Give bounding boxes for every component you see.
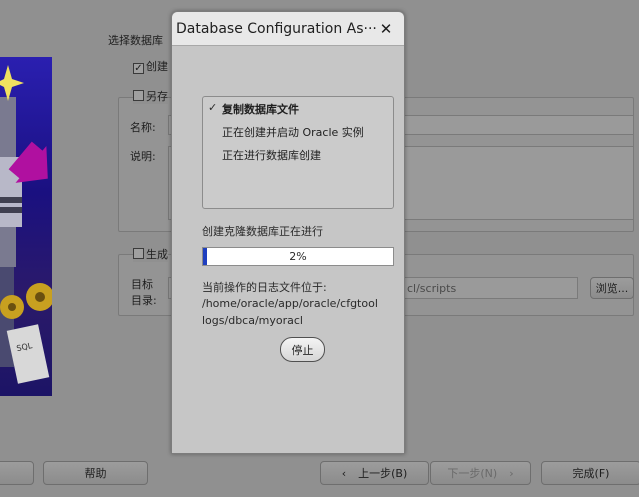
saveas-checkbox[interactable]: 另存 <box>133 88 168 104</box>
check-icon: ✓ <box>208 101 218 114</box>
chevron-left-icon: ‹ <box>341 466 347 480</box>
step-create-db: 正在进行数据库创建 <box>222 149 321 162</box>
cancel-button[interactable] <box>0 461 34 485</box>
checkbox-icon <box>133 248 144 259</box>
checkbox-checked-icon: ✓ <box>133 63 144 74</box>
next-button[interactable]: 下一步(N) › <box>430 461 531 485</box>
finish-button[interactable]: 完成(F) <box>541 461 639 485</box>
create-checkbox[interactable]: ✓ 创建 <box>133 58 168 74</box>
chevron-right-icon: › <box>509 466 514 480</box>
status-text: 创建克隆数据库正在进行 <box>202 225 323 238</box>
progress-dialog: Database Configuration As··· ✕ ✓ 复制数据库文件… <box>171 11 405 454</box>
name-label: 名称: <box>130 121 156 134</box>
log-path-line-2: logs/dbca/myoracl <box>202 314 303 327</box>
stop-button[interactable]: 停止 <box>280 337 325 362</box>
back-button[interactable]: ‹ 上一步(B) <box>320 461 429 485</box>
desc-label: 说明: <box>130 150 156 163</box>
generate-checkbox[interactable]: 生成 <box>133 246 168 262</box>
dir-label: 目录: <box>131 294 157 307</box>
select-db-label: 选择数据库 <box>108 34 163 47</box>
close-icon[interactable]: ✕ <box>377 20 395 38</box>
log-path-line-1: /home/oracle/app/oracle/cfgtool <box>202 297 378 310</box>
log-label: 当前操作的日志文件位于: <box>202 281 327 294</box>
progress-text: 2% <box>289 250 307 263</box>
progress-bar: 2% <box>202 247 394 266</box>
dialog-titlebar: Database Configuration As··· ✕ <box>172 12 404 46</box>
wizard-illustration: SQL <box>0 57 52 396</box>
target-label: 目标 <box>131 278 153 291</box>
checkbox-icon <box>133 90 144 101</box>
help-button[interactable]: 帮助 <box>43 461 148 485</box>
steps-list: ✓ 复制数据库文件 正在创建并启动 Oracle 实例 正在进行数据库创建 <box>202 96 394 209</box>
step-start-instance: 正在创建并启动 Oracle 实例 <box>222 126 364 139</box>
browse-button[interactable]: 浏览... <box>590 277 634 299</box>
step-copy-files: 复制数据库文件 <box>222 103 299 116</box>
dialog-title: Database Configuration As··· <box>176 21 377 37</box>
